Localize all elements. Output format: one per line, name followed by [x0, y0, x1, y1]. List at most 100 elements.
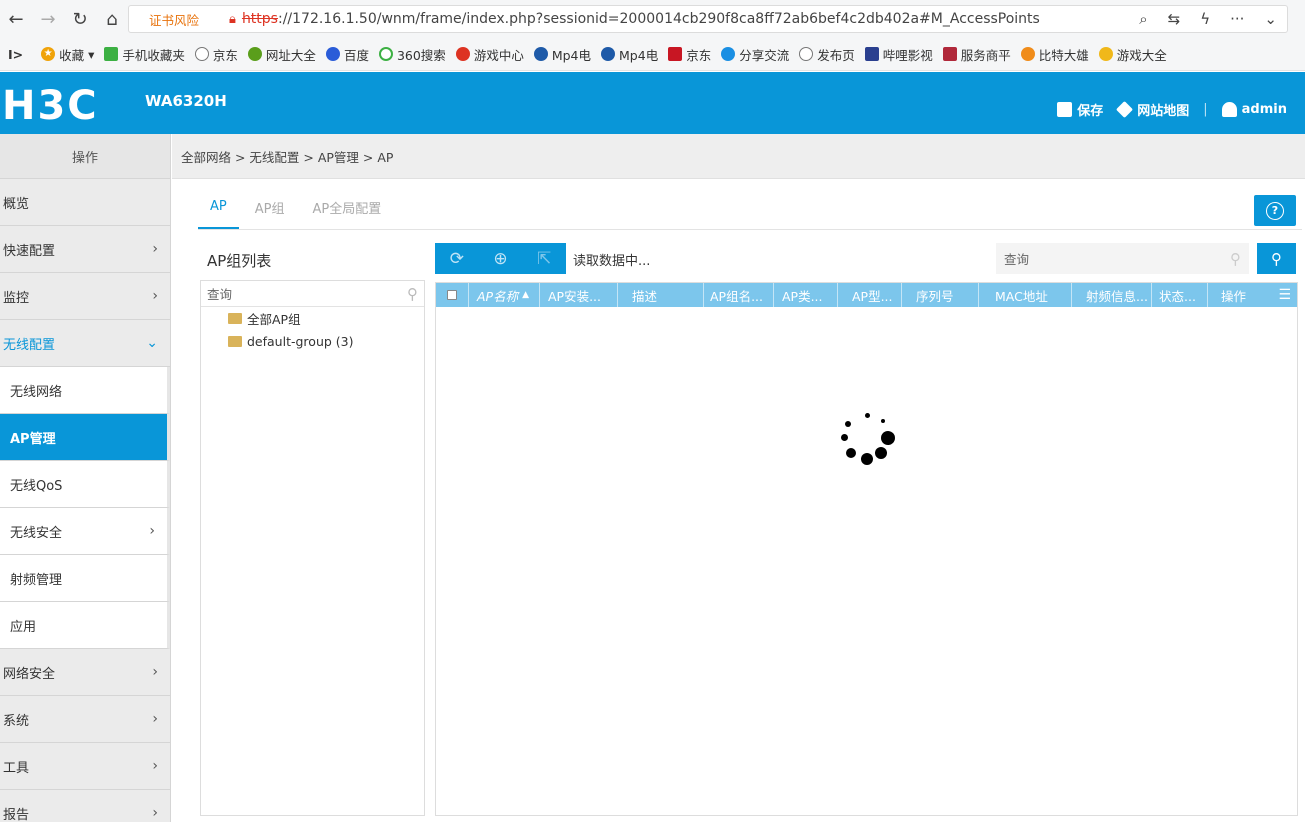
search-icon[interactable]: ⚲: [1230, 250, 1241, 268]
chevron-down-icon[interactable]: ⌄: [1264, 10, 1277, 28]
bookmark-item[interactable]: 京东: [194, 45, 238, 64]
sidebar-sub-wireless-qos[interactable]: 无线QoS: [0, 461, 170, 508]
save-button[interactable]: 保存: [1057, 100, 1103, 119]
tab-ap-global-config[interactable]: AP全局配置: [300, 185, 393, 229]
ap-table: AP名称 ▲ AP安装... 描述 AP组名... AP类... AP型... …: [435, 282, 1298, 816]
column-settings-button[interactable]: ☰: [1268, 283, 1297, 307]
sidebar-item-system[interactable]: 系统 ›: [0, 696, 170, 743]
back-icon[interactable]: ←: [0, 0, 32, 38]
zoom-search-icon[interactable]: ⌕: [1139, 10, 1147, 28]
column-label: AP型...: [852, 288, 893, 304]
column-header[interactable]: 状态...: [1152, 283, 1208, 307]
bookmark-item[interactable]: 比特大雄: [1020, 45, 1089, 64]
tree-node-default-group[interactable]: default-group (3): [201, 330, 424, 353]
add-button[interactable]: ⊕: [479, 243, 523, 274]
sidebar-sub-ap-management[interactable]: AP管理: [0, 414, 170, 461]
sidebar-item-network-security[interactable]: 网络安全 ›: [0, 649, 170, 696]
bookmark-item[interactable]: 游戏中心: [455, 45, 524, 64]
table-search-input[interactable]: 查询 ⚲: [996, 243, 1249, 274]
column-header[interactable]: AP型...: [838, 283, 902, 307]
bookmark-label: 京东: [212, 47, 238, 63]
column-label: 操作: [1221, 288, 1247, 304]
cert-warning[interactable]: 证书风险: [129, 10, 211, 29]
help-button[interactable]: ?: [1254, 195, 1296, 226]
column-header[interactable]: 射频信息...: [1072, 283, 1152, 307]
sidebar-item-reports[interactable]: 报告 ›: [0, 790, 170, 822]
bookmark-favorites[interactable]: ★ 收藏 ▾: [41, 45, 94, 64]
sidebar-item-overview[interactable]: 概览: [0, 179, 170, 226]
url-field[interactable]: 证书风险 🔒︎ https://172.16.1.50/wnm/frame/in…: [128, 5, 1288, 33]
sidebar-item-wireless-config[interactable]: 无线配置 ⌄: [0, 320, 170, 367]
sitemap-label: 网站地图: [1137, 104, 1190, 119]
sidebar-item-monitor[interactable]: 监控 ›: [0, 273, 170, 320]
search-icon[interactable]: ⚲: [407, 285, 418, 303]
translate-icon[interactable]: ⇆: [1168, 10, 1181, 28]
bookmark-label: 分享交流: [739, 47, 790, 63]
bookmark-item[interactable]: 哔哩影视: [864, 45, 933, 64]
mp4-icon: [533, 47, 548, 61]
column-header[interactable]: 操作: [1208, 283, 1268, 307]
sidebar-toggle-icon[interactable]: I>: [8, 47, 23, 62]
bookmark-item[interactable]: 京东: [668, 45, 711, 64]
sidebar-sub-applications[interactable]: 应用: [0, 602, 170, 649]
bookmark-label: 服务商平: [960, 47, 1011, 63]
folder-icon: [228, 313, 242, 324]
sidebar-item-label: 应用: [10, 619, 37, 635]
sidebar-item-label: 工具: [3, 760, 30, 776]
column-header[interactable]: 序列号: [902, 283, 979, 307]
bookmark-item[interactable]: Mp4电: [601, 45, 658, 64]
forward-icon[interactable]: →: [32, 0, 64, 38]
insecure-lock-icon[interactable]: 🔒︎: [229, 12, 236, 27]
sidebar: 操作 概览 快速配置 › 监控 › 无线配置 ⌄ 无线网络 AP管理 无线QoS 无线…: [0, 134, 171, 822]
group-panel: 查询 ⚲ 全部AP组 default-group (3): [200, 280, 425, 816]
column-header[interactable]: MAC地址: [979, 283, 1072, 307]
bookmarks-bar: I> ★ 收藏 ▾ 手机收藏夹 京东 网址大全 百度 360搜索 游戏中心 Mp4…: [0, 38, 1305, 71]
column-header[interactable]: AP安装...: [540, 283, 618, 307]
sidebar-item-tools[interactable]: 工具 ›: [0, 743, 170, 790]
bookmark-item[interactable]: 手机收藏夹: [104, 45, 185, 64]
select-all-checkbox[interactable]: [436, 283, 469, 307]
bookmark-item[interactable]: 分享交流: [721, 45, 789, 64]
column-header[interactable]: AP组名...: [704, 283, 774, 307]
user-icon: [1221, 102, 1237, 117]
reload-icon[interactable]: ↻: [64, 0, 96, 38]
advanced-search-button[interactable]: ⚲: [1257, 243, 1296, 274]
sidebar-item-quick-config[interactable]: 快速配置 ›: [0, 226, 170, 273]
user-menu[interactable]: admin: [1221, 102, 1287, 117]
user-label: admin: [1241, 102, 1287, 117]
cube-icon: [1116, 101, 1134, 118]
column-header[interactable]: 描述: [618, 283, 704, 307]
bookmark-label: 发布页: [817, 47, 855, 63]
device-model: WA6320H: [145, 92, 227, 110]
bookmark-item[interactable]: 网址大全: [247, 45, 316, 64]
more-icon[interactable]: ···: [1230, 10, 1244, 28]
column-header[interactable]: AP类...: [774, 283, 838, 307]
bookmark-item[interactable]: 360搜索: [378, 45, 446, 64]
tab-ap-group[interactable]: AP组: [243, 185, 297, 229]
group-search-input[interactable]: 查询 ⚲: [201, 281, 424, 307]
bilibili-icon: [864, 47, 879, 61]
bookmark-item[interactable]: Mp4电: [533, 45, 591, 64]
bookmark-item[interactable]: 服务商平: [942, 45, 1011, 64]
tab-ap[interactable]: AP: [198, 185, 239, 229]
breadcrumb[interactable]: 全部网络 > 无线配置 > AP管理 > AP: [172, 134, 1305, 179]
refresh-button[interactable]: ⟳: [435, 243, 479, 274]
bookmark-item[interactable]: 百度: [325, 45, 369, 64]
sitemap-button[interactable]: 网站地图: [1116, 100, 1190, 119]
sidebar-sub-radio-management[interactable]: 射频管理: [0, 555, 170, 602]
export-button[interactable]: ⇱: [522, 243, 566, 274]
chevron-right-icon: ›: [152, 664, 158, 680]
bookmark-item[interactable]: 发布页: [799, 45, 855, 64]
folder-icon: [228, 336, 242, 347]
bookmark-item[interactable]: 游戏大全: [1098, 45, 1167, 64]
sidebar-sub-wireless-security[interactable]: 无线安全 ›: [0, 508, 170, 555]
tree-node-all-groups[interactable]: 全部AP组: [201, 307, 424, 330]
home-icon[interactable]: ⌂: [96, 0, 128, 38]
column-label: 序列号: [916, 288, 954, 304]
loading-spinner-icon: [838, 410, 898, 470]
sidebar-item-label: 无线配置: [3, 337, 56, 353]
sidebar-sub-wireless-network[interactable]: 无线网络: [0, 367, 170, 414]
flash-icon[interactable]: ϟ: [1200, 10, 1210, 28]
column-header[interactable]: AP名称 ▲: [469, 283, 540, 307]
add-icon: ⊕: [493, 248, 508, 269]
